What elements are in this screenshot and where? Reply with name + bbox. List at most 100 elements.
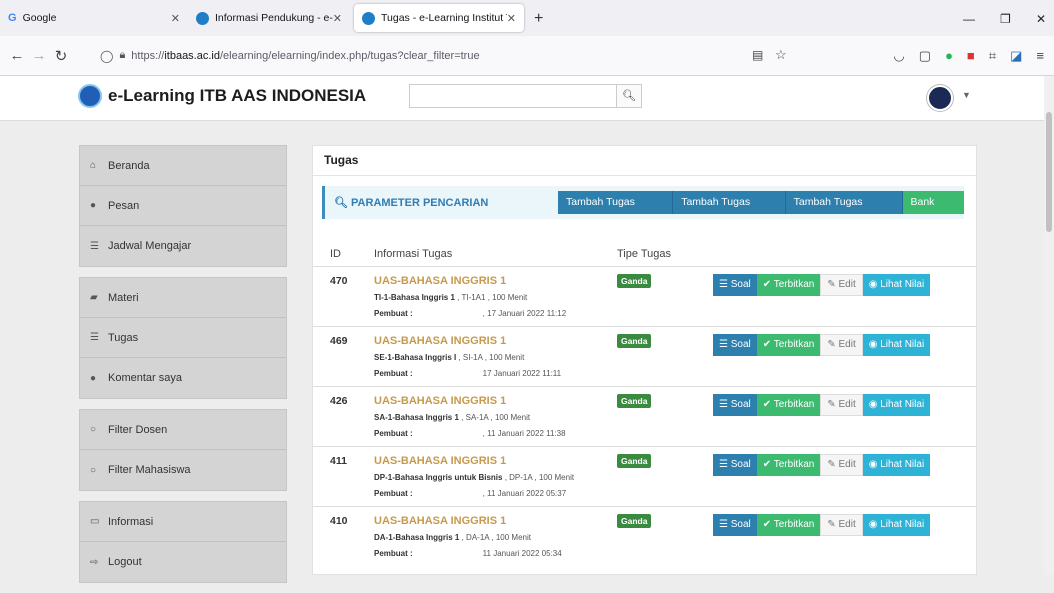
terbitkan-button[interactable]: ✔ Terbitkan [756,514,821,536]
lihat-nilai-button[interactable]: ◉ Lihat Nilai [862,454,931,476]
sidebar-item-filter-mahasiswa[interactable]: ○ Filter Mahasiswa [80,450,286,490]
chevron-down-icon[interactable]: ▼ [962,90,971,100]
reader-icon[interactable]: ▤ [752,48,763,62]
browser-tab-google[interactable]: G Google ✕ [0,4,188,32]
extension-doc-icon[interactable]: ▢ [919,48,931,64]
edit-button[interactable]: ✎ Edit [820,334,863,356]
sidebar-item-label: Filter Mahasiswa [108,464,191,476]
list-icon: ☰ [90,332,99,343]
pocket-icon[interactable]: ◡ [893,48,904,64]
edit-icon: ✎ [827,459,839,470]
row-pembuat: Pembuat :, 11 Januari 2022 05:37 [374,489,567,498]
lihat-nilai-button[interactable]: ◉ Lihat Nilai [862,514,931,536]
close-icon[interactable]: ✕ [333,12,342,25]
sidebar-item-komentar-saya[interactable]: ● Komentar saya [80,358,286,398]
edit-button[interactable]: ✎ Edit [820,514,863,536]
bookmark-star-icon[interactable]: ☆ [775,47,787,63]
parameter-toggle[interactable]: 🔍︎ PARAMETER PENCARIAN [334,196,488,209]
status-badge: Ganda [617,454,652,468]
extension-blue-icon[interactable]: ◪ [1010,48,1022,64]
terbitkan-button[interactable]: ✔ Terbitkan [756,454,821,476]
sidebar-item-materi[interactable]: ▰ Materi [80,278,286,318]
row-id: 426 [330,395,348,407]
minimize-icon[interactable]: — [963,12,975,26]
extension-red-icon[interactable]: ■ [967,48,975,64]
table-row: 470 UAS-BAHASA INGGRIS 1 TI-1-Bahasa Inggr… [313,266,976,326]
chat-icon: ● [90,200,97,211]
row-title-link[interactable]: UAS-BAHASA INGGRIS 1 [374,275,506,287]
sidebar-item-jadwal-mengajar[interactable]: ☰ Jadwal Mengajar [80,226,286,266]
terbitkan-button[interactable]: ✔ Terbitkan [756,334,821,356]
tambah-tugas-ganda-button[interactable]: Tambah Tugas Ganda [558,191,674,231]
row-title-link[interactable]: UAS-BAHASA INGGRIS 1 [374,335,506,347]
logo-icon[interactable] [78,84,102,108]
url-bar[interactable]: https://itbaas.ac.id/elearning/elearning… [131,50,479,62]
maximize-icon[interactable]: ❐ [1000,12,1011,26]
terbitkan-button[interactable]: ✔ Terbitkan [756,274,821,296]
lihat-nilai-button[interactable]: ◉ Lihat Nilai [862,394,931,416]
edit-icon: ✎ [827,339,839,350]
eye-icon: ◉ [868,519,881,530]
soal-button[interactable]: ☰ Soal [713,514,757,536]
sidebar-item-label: Filter Dosen [108,423,168,436]
divider [313,175,976,176]
new-tab-icon[interactable]: + [534,10,543,28]
bank-soal-button[interactable]: Bank Soal [902,191,964,231]
row-title-link[interactable]: UAS-BAHASA INGGRIS 1 [374,395,506,407]
menu-icon[interactable]: ≡ [1036,48,1044,64]
row-actions: ☰ Soal ✔ Terbitkan ✎ Edit ◉ Lihat Nilai [713,454,931,476]
browser-tab-tugas[interactable]: Tugas - e-Learning Institut Tekn ✕ [354,4,524,32]
page-scrollbar[interactable] [1044,76,1054,575]
row-id: 469 [330,335,348,347]
reload-icon[interactable]: ↻ [50,47,72,65]
tambah-tugas-essay-button[interactable]: Tambah Tugas Essay [673,191,786,231]
avatar[interactable] [927,85,953,111]
logout-icon: ⇨ [90,556,99,568]
crop-icon[interactable]: ⌗ [989,48,996,64]
edit-button[interactable]: ✎ Edit [820,274,863,296]
soal-button[interactable]: ☰ Soal [713,394,757,416]
sidebar-item-filter-dosen[interactable]: ○ Filter Dosen [80,410,286,450]
brand-title[interactable]: e-Learning ITB AAS INDONESIA [108,86,366,106]
search-icon: 🔍︎ [334,197,352,209]
row-actions: ☰ Soal ✔ Terbitkan ✎ Edit ◉ Lihat Nilai [713,274,931,296]
edit-button[interactable]: ✎ Edit [820,394,863,416]
row-actions: ☰ Soal ✔ Terbitkan ✎ Edit ◉ Lihat Nilai [713,394,931,416]
google-icon: G [8,12,17,24]
sidebar-item-informasi[interactable]: ▭ Informasi [80,502,286,542]
search-input[interactable] [409,84,617,108]
lihat-nilai-button[interactable]: ◉ Lihat Nilai [862,334,931,356]
browser-tab-informasi[interactable]: Informasi Pendukung - e-Learn ✕ [188,4,350,32]
back-icon[interactable]: ← [6,47,28,64]
row-course: DA-1-Bahasa Inggris 1 , DA-1A , 100 Meni… [374,533,531,542]
terbitkan-button[interactable]: ✔ Terbitkan [756,394,821,416]
row-title-link[interactable]: UAS-BAHASA INGGRIS 1 [374,455,506,467]
table-row: 469 UAS-BAHASA INGGRIS 1 SE-1-Bahasa Inggr… [313,326,976,386]
edit-button[interactable]: ✎ Edit [820,454,863,476]
lihat-nilai-button[interactable]: ◉ Lihat Nilai [862,274,931,296]
search-parameter-bar: 🔍︎ PARAMETER PENCARIAN Tambah Tugas Gand… [322,186,964,231]
search-button[interactable]: 🔍︎ [617,84,642,108]
check-icon: ✔ [762,339,774,350]
close-icon[interactable]: ✕ [507,12,516,25]
sidebar-item-label: Tugas [108,331,139,344]
main-panel: Tugas 🔍︎ PARAMETER PENCARIAN Tambah Tuga… [312,145,977,575]
close-icon[interactable]: ✕ [171,12,180,25]
row-title-link[interactable]: UAS-BAHASA INGGRIS 1 [374,515,506,527]
lock-icon[interactable]: 🔒︎ [119,49,125,62]
sidebar-item-pesan[interactable]: ● Pesan [80,186,286,226]
sidebar-item-logout[interactable]: ⇨ Logout [80,542,286,582]
shield-icon[interactable]: ◯ [100,49,113,63]
row-id: 411 [330,455,347,467]
forward-icon[interactable]: → [28,47,50,64]
soal-button[interactable]: ☰ Soal [713,334,757,356]
sidebar-item-beranda[interactable]: ⌂ Beranda [80,146,286,186]
scrollbar-thumb[interactable] [1046,112,1052,232]
soal-button[interactable]: ☰ Soal [713,454,757,476]
extension-green-icon[interactable]: ● [945,48,953,64]
tambah-tugas-upload-button[interactable]: Tambah Tugas Upload [785,191,903,231]
window-close-icon[interactable]: ✕ [1036,12,1046,26]
table-row: 426 UAS-BAHASA INGGRIS 1 SA-1-Bahasa Inggr… [313,386,976,446]
sidebar-item-tugas[interactable]: ☰ Tugas [80,318,286,358]
soal-button[interactable]: ☰ Soal [713,274,757,296]
